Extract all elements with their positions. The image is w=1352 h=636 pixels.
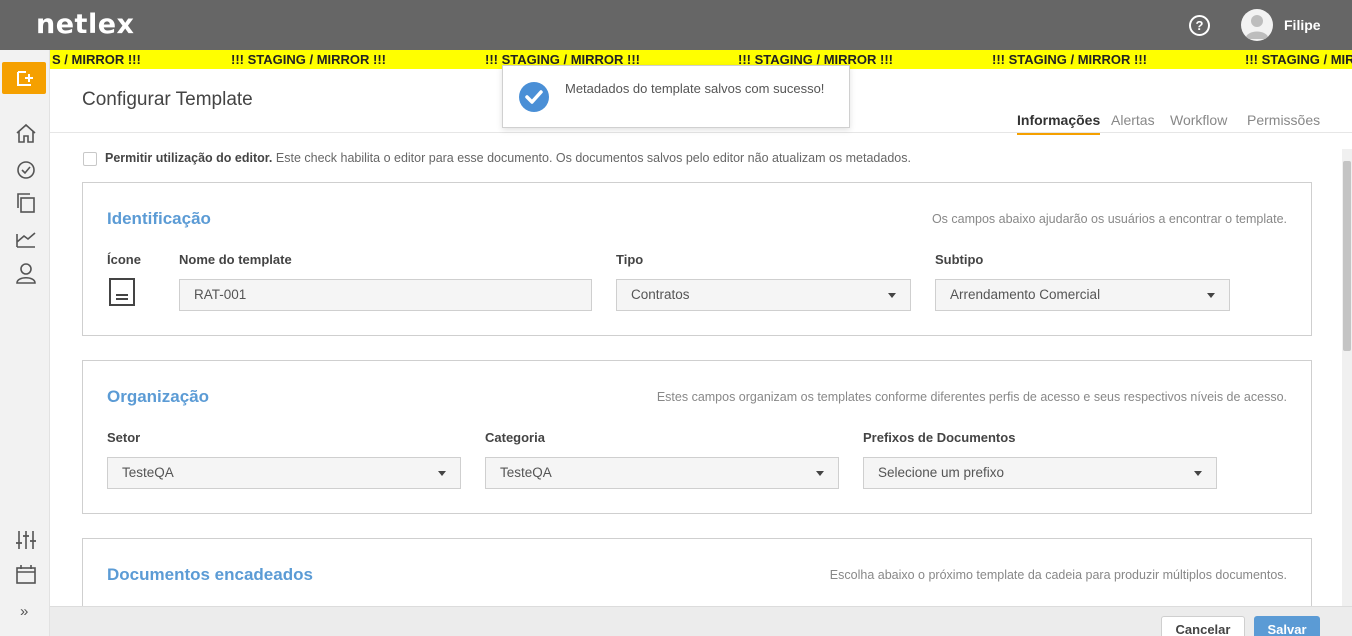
archive-icon[interactable] (14, 562, 38, 586)
staging-text: !!! STAGING / MIRROR !!! (1245, 52, 1352, 67)
identificacao-card: Identificação Os campos abaixo ajudarão … (82, 182, 1312, 336)
top-bar: netlex ? Filipe (0, 0, 1352, 50)
identificacao-description: Os campos abaixo ajudarão os usuários a … (931, 212, 1287, 226)
success-toast: Metadados do template salvos com sucesso… (502, 65, 850, 128)
categoria-value: TesteQA (500, 465, 552, 480)
staging-text: !!! STAGING / MIRROR !!! (231, 52, 387, 67)
encadeados-description: Escolha abaixo o próximo template da cad… (829, 568, 1287, 582)
staging-text: !!! STAGING / MIRROR !!! (992, 52, 1148, 67)
prefixos-placeholder: Selecione um prefixo (878, 465, 1005, 480)
new-template-button[interactable] (2, 62, 46, 94)
organizacao-title: Organização (107, 387, 210, 406)
reports-icon[interactable] (14, 226, 38, 250)
nome-template-input[interactable]: RAT-001 (179, 279, 592, 311)
save-button[interactable]: Salvar (1254, 616, 1320, 636)
staging-text: S / MIRROR !!! (52, 52, 141, 67)
editor-checkbox[interactable] (83, 152, 97, 166)
avatar[interactable] (1241, 9, 1273, 41)
setor-label: Setor (107, 430, 141, 445)
prefixos-label: Prefixos de Documentos (863, 430, 1016, 445)
tab-alertas[interactable]: Alertas (1111, 112, 1155, 128)
scrollbar-thumb[interactable] (1343, 161, 1351, 351)
user-name[interactable]: Filipe (1284, 17, 1321, 33)
home-icon[interactable] (14, 122, 38, 146)
chevron-down-icon (1194, 471, 1202, 476)
subtipo-value: Arrendamento Comercial (950, 287, 1101, 302)
divider (50, 132, 1352, 133)
documents-icon[interactable] (14, 191, 38, 215)
scrollbar[interactable] (1342, 149, 1352, 606)
help-icon[interactable]: ? (1189, 15, 1210, 36)
settings-sliders-icon[interactable] (14, 528, 38, 552)
chevron-down-icon (888, 293, 896, 298)
chevron-down-icon (438, 471, 446, 476)
expand-icon[interactable]: » (20, 603, 28, 620)
main-panel: Configurar Template Informações Alertas … (50, 69, 1352, 606)
page-title: Configurar Template (82, 89, 253, 110)
cancel-button[interactable]: Cancelar (1161, 616, 1245, 636)
tipo-select[interactable]: Contratos (616, 279, 911, 311)
dashboard-icon[interactable] (14, 157, 38, 181)
nome-template-label: Nome do template (179, 252, 292, 267)
identificacao-title: Identificação (107, 209, 211, 228)
subtipo-label: Subtipo (935, 252, 984, 267)
chevron-down-icon (816, 471, 824, 476)
tipo-label: Tipo (616, 252, 644, 267)
subtipo-select[interactable]: Arrendamento Comercial (935, 279, 1230, 311)
check-circle-icon (519, 82, 549, 112)
categoria-label: Categoria (485, 430, 545, 445)
user-icon[interactable] (14, 261, 38, 285)
organizacao-description: Estes campos organizam os templates conf… (656, 390, 1287, 404)
footer-bar: Cancelar Salvar (50, 606, 1352, 636)
prefixos-select[interactable]: Selecione um prefixo (863, 457, 1217, 489)
encadeados-card: Documentos encadeados Escolha abaixo o p… (82, 538, 1312, 606)
encadeados-title: Documentos encadeados (107, 565, 313, 584)
sidebar: » (0, 50, 50, 636)
tab-workflow[interactable]: Workflow (1170, 112, 1227, 128)
categoria-select[interactable]: TesteQA (485, 457, 839, 489)
document-icon[interactable] (109, 278, 135, 306)
new-template-icon (17, 71, 33, 86)
editor-option-text: Permitir utilização do editor. Este chec… (105, 151, 911, 165)
icone-label: Ícone (107, 252, 141, 267)
setor-select[interactable]: TesteQA (107, 457, 461, 489)
tipo-value: Contratos (631, 287, 690, 302)
setor-value: TesteQA (122, 465, 174, 480)
organizacao-card: Organização Estes campos organizam os te… (82, 360, 1312, 514)
editor-option-description: Este check habilita o editor para esse d… (272, 151, 911, 165)
netlex-logo[interactable]: netlex (36, 9, 134, 40)
tab-permissoes[interactable]: Permissões (1247, 112, 1320, 128)
chevron-down-icon (1207, 293, 1215, 298)
editor-option-label: Permitir utilização do editor. (105, 151, 273, 165)
toast-message: Metadados do template salvos com sucesso… (565, 81, 825, 96)
